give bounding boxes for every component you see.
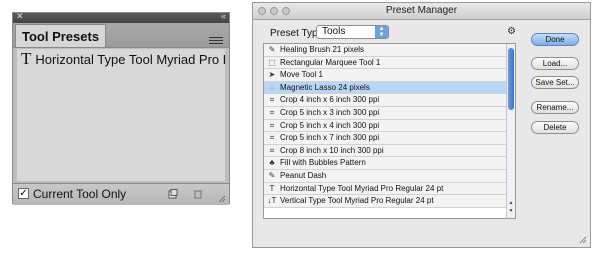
- preset-label: Vertical Type Tool Myriad Pro Regular 24…: [280, 196, 434, 206]
- preset-label: Fill with Bubbles Pattern: [280, 158, 366, 168]
- vertical-type-icon: ↓T: [267, 196, 277, 206]
- list-item[interactable]: T Horizontal Type Tool Myriad Pro Regular…: [264, 182, 515, 196]
- crop-icon: ⌗: [269, 107, 275, 117]
- list-item[interactable]: ⌗ Crop 5 inch x 3 inch 300 ppi: [264, 106, 515, 120]
- new-preset-icon[interactable]: [168, 189, 178, 199]
- brush-icon: ✎: [268, 170, 276, 180]
- collapse-panel-icon[interactable]: «: [221, 11, 226, 21]
- list-item[interactable]: ♣ Fill with Bubbles Pattern: [264, 157, 515, 170]
- panel-menu-icon[interactable]: [209, 37, 223, 45]
- panel-tab-bar: Tool Presets: [13, 23, 229, 48]
- panel-top-bar: ✕ «: [13, 11, 229, 23]
- preset-label: Horizontal Type Tool Myriad Pro Regular …: [280, 183, 444, 193]
- rectangular-marquee-icon: ⬚: [268, 57, 276, 67]
- list-item[interactable]: ⌗ Crop 5 inch x 4 inch 300 ppi: [264, 119, 515, 133]
- preset-label: Crop 5 inch x 4 inch 300 ppi: [280, 120, 380, 130]
- preset-label: Magnetic Lasso 24 pixels: [280, 82, 370, 92]
- tool-presets-panel: ✕ « Tool Presets T Horizontal Type Tool …: [12, 11, 230, 205]
- delete-button[interactable]: Delete: [531, 121, 579, 134]
- trash-icon[interactable]: [193, 189, 203, 199]
- list-item[interactable]: ⌗ Crop 5 inch x 7 inch 300 ppi: [264, 132, 515, 145]
- preset-label: Healing Brush 21 pixels: [280, 45, 365, 54]
- preset-label: Crop 8 inch x 10 inch 300 ppi: [280, 145, 384, 155]
- preset-type-value: Tools: [322, 26, 346, 37]
- current-tool-only-label: Current Tool Only: [33, 187, 127, 201]
- preset-label: Crop 4 inch x 6 inch 300 ppi: [280, 95, 380, 105]
- tool-presets-list: T Horizontal Type Tool Myriad Pro R: [17, 49, 225, 181]
- crop-icon: ⌗: [269, 120, 275, 130]
- list-item[interactable]: ↓T Vertical Type Tool Myriad Pro Regular …: [264, 195, 515, 208]
- resize-grip-icon[interactable]: [579, 236, 587, 244]
- crop-icon: ⌗: [269, 145, 275, 155]
- preset-type-select[interactable]: Tools ▲ ▼: [316, 25, 389, 39]
- crop-icon: ⌗: [269, 133, 275, 143]
- preset-label: Crop 5 inch x 7 inch 300 ppi: [280, 133, 380, 143]
- magnetic-lasso-icon: ◌: [269, 82, 275, 92]
- horizontal-type-icon: T: [269, 183, 275, 193]
- list-item[interactable]: T Horizontal Type Tool Myriad Pro R: [17, 49, 225, 69]
- list-item[interactable]: ✎ Peanut Dash: [264, 169, 515, 183]
- preset-label: Peanut Dash: [280, 170, 327, 180]
- panel-footer: ✓ Current Tool Only: [13, 183, 229, 205]
- select-arrows-icon: ▲ ▼: [375, 26, 388, 38]
- list-item[interactable]: ◌ Magnetic Lasso 24 pixels: [264, 81, 515, 95]
- rename-button[interactable]: Rename...: [531, 101, 579, 114]
- scroll-down-icon[interactable]: ▼: [508, 208, 514, 214]
- preset-manager-window: Preset Manager Preset Type: Tools ▲ ▼ ⚙ ✎…: [252, 2, 591, 248]
- preset-label: Horizontal Type Tool Myriad Pro R: [35, 51, 225, 67]
- scrollbar[interactable]: ▲ ▼: [506, 44, 515, 218]
- title-bar: Preset Manager: [253, 3, 590, 20]
- current-tool-only-checkbox[interactable]: ✓: [18, 188, 29, 199]
- preset-list: ✎ Healing Brush 21 pixels ⬚ Rectangular Mar…: [263, 43, 516, 219]
- gear-icon[interactable]: ⚙: [507, 27, 517, 37]
- preset-label: Move Tool 1: [280, 70, 323, 80]
- done-button[interactable]: Done: [531, 33, 579, 46]
- crop-icon: ⌗: [269, 95, 275, 105]
- pattern-stamp-icon: ♣: [269, 158, 275, 168]
- window-title: Preset Manager: [385, 5, 458, 16]
- resize-grip-icon[interactable]: [218, 195, 226, 203]
- scroll-thumb[interactable]: [508, 48, 514, 110]
- tab-tool-presets[interactable]: Tool Presets: [15, 24, 107, 47]
- save-set-button[interactable]: Save Set...: [531, 76, 579, 89]
- list-item[interactable]: ⌗ Crop 4 inch x 6 inch 300 ppi: [264, 94, 515, 107]
- type-tool-icon: T: [21, 49, 32, 68]
- list-item[interactable]: ✎ Healing Brush 21 pixels: [264, 44, 515, 57]
- list-item[interactable]: ➤ Move Tool 1: [264, 69, 515, 82]
- load-button[interactable]: Load...: [531, 57, 579, 70]
- list-item[interactable]: ⌗ Crop 8 inch x 10 inch 300 ppi: [264, 144, 515, 158]
- list-item[interactable]: ⬚ Rectangular Marquee Tool 1: [264, 56, 515, 70]
- scroll-up-icon[interactable]: ▲: [508, 200, 514, 206]
- move-tool-icon: ➤: [268, 70, 276, 80]
- preset-label: Crop 5 inch x 3 inch 300 ppi: [280, 107, 380, 117]
- healing-brush-icon: ✎: [268, 45, 276, 54]
- preset-label: Rectangular Marquee Tool 1: [280, 57, 381, 67]
- close-panel-icon[interactable]: ✕: [16, 11, 24, 22]
